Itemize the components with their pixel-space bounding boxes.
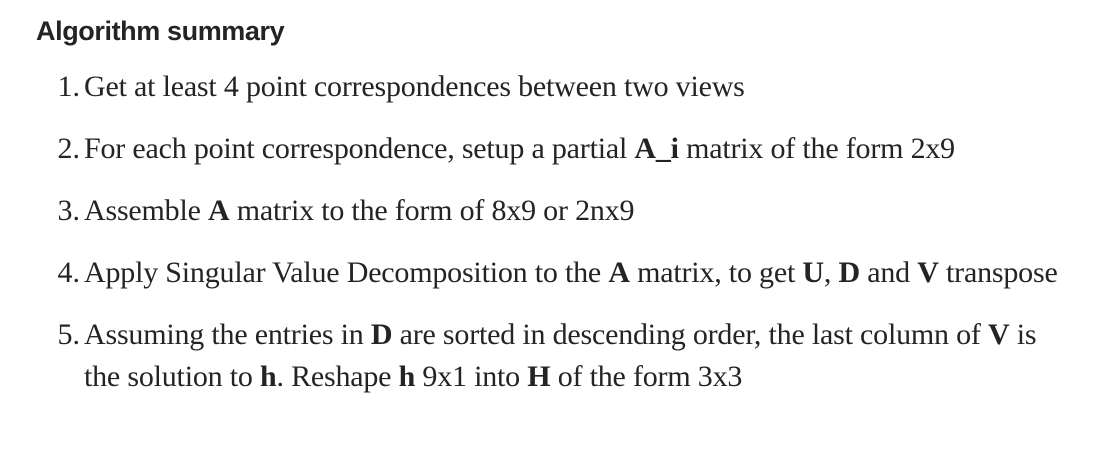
text-run: matrix of the form 2x9: [678, 132, 955, 165]
text-run: . Reshape: [276, 360, 399, 393]
list-item-text: Assuming the entries in D are sorted in …: [80, 314, 1076, 398]
text-run: transpose: [938, 256, 1058, 289]
list-item-text: Get at least 4 point correspondences bet…: [80, 66, 1076, 108]
list-item-text: Assemble A matrix to the form of 8x9 or …: [80, 190, 1076, 232]
list-item: 1. Get at least 4 point correspondences …: [36, 66, 1076, 108]
text-run: matrix, to get: [629, 256, 803, 289]
article-section: Algorithm summary 1. Get at least 4 poin…: [36, 14, 1076, 418]
list-item-number: 2.: [57, 132, 81, 165]
bold-term: h: [398, 360, 416, 393]
list-item-text: Apply Singular Value Decomposition to th…: [80, 252, 1076, 294]
text-run: and: [859, 256, 918, 289]
text-run: of the form 3x3: [550, 360, 743, 393]
text-run: ,: [823, 256, 839, 289]
text-run: 9x1 into: [415, 360, 528, 393]
text-run: are sorted in descending order, the last…: [392, 318, 989, 351]
text-run: Get at least 4 point correspondences bet…: [84, 70, 745, 103]
bold-term: h: [259, 360, 277, 393]
list-item-text: For each point correspondence, setup a p…: [80, 128, 1076, 170]
bold-term: A: [608, 256, 630, 289]
list-item-number: 1.: [57, 70, 81, 103]
list-item: 5. Assuming the entries in D are sorted …: [36, 314, 1076, 398]
list-item-number: 5.: [57, 318, 81, 351]
bold-term: V: [917, 256, 939, 289]
bold-term: D: [370, 318, 393, 351]
bold-term: A_i: [634, 132, 679, 165]
text-run: matrix to the form of 8x9 or 2nx9: [229, 194, 635, 227]
algorithm-steps-list: 1. Get at least 4 point correspondences …: [36, 66, 1076, 398]
list-item-number: 3.: [57, 194, 81, 227]
text-run: Assuming the entries in: [84, 318, 371, 351]
text-run: Apply Singular Value Decomposition to th…: [84, 256, 609, 289]
section-heading: Algorithm summary: [36, 16, 285, 46]
bold-term: H: [527, 360, 551, 393]
bold-term: U: [802, 256, 824, 289]
bold-term: V: [988, 318, 1010, 351]
list-item: 4. Apply Singular Value Decomposition to…: [36, 252, 1076, 294]
list-item: 2. For each point correspondence, setup …: [36, 128, 1076, 170]
text-run: Assemble: [84, 194, 209, 227]
bold-term: A: [208, 194, 230, 227]
bold-term: D: [838, 256, 860, 289]
list-item-number: 4.: [57, 256, 81, 289]
list-item: 3. Assemble A matrix to the form of 8x9 …: [36, 190, 1076, 232]
text-run: For each point correspondence, setup a p…: [84, 132, 635, 165]
